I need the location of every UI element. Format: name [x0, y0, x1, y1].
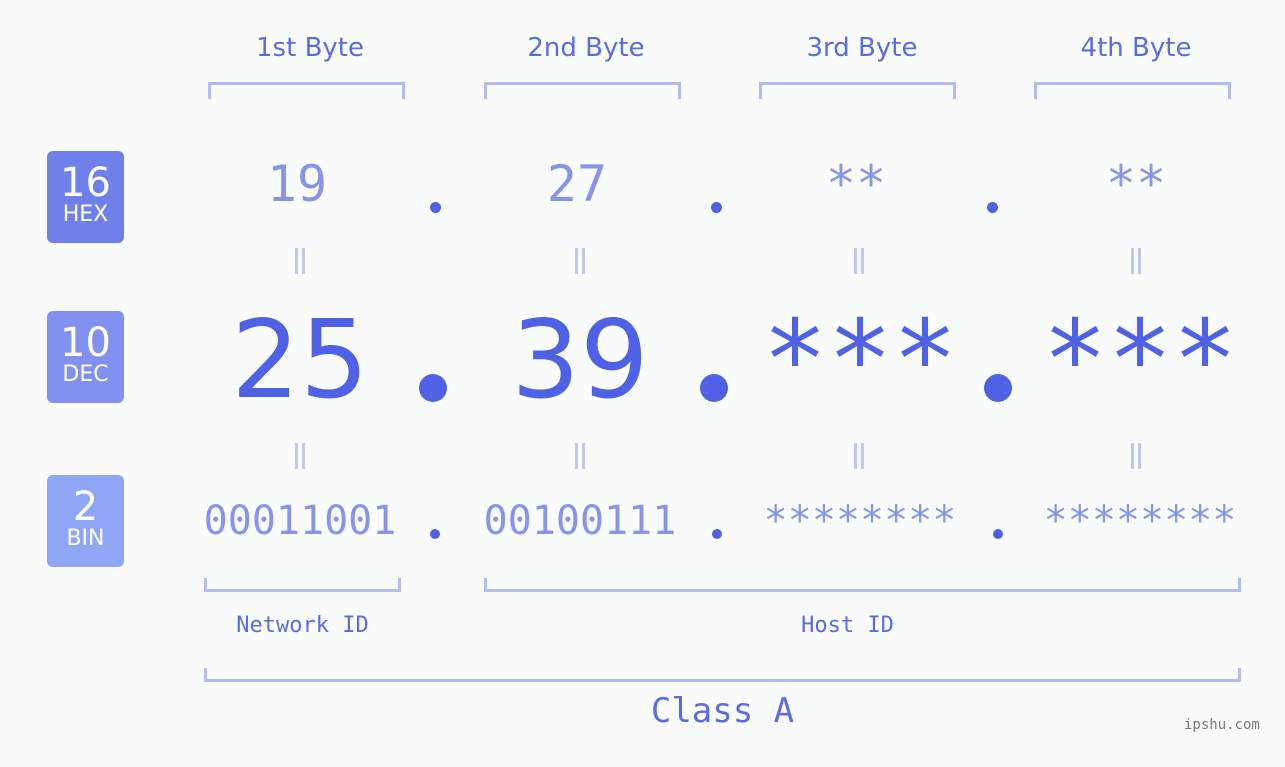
hex-dot-1: [430, 202, 441, 213]
hex-dot-2: [711, 202, 722, 213]
dec-base-number: 10: [60, 320, 111, 366]
network-id-label: Network ID: [236, 613, 369, 638]
hex-byte-2: 27: [546, 155, 608, 213]
dec-dot-2: [700, 374, 728, 402]
bin-byte-4: ********: [1043, 498, 1237, 544]
byte-3-bracket: [759, 82, 956, 99]
equals-icon: [1129, 443, 1143, 469]
bin-base-number: 2: [72, 484, 99, 530]
byte-header-2: 2nd Byte: [527, 33, 645, 63]
bin-badge: 2 BIN: [47, 475, 124, 567]
byte-4-bracket: [1034, 82, 1231, 99]
equals-icon: [293, 443, 307, 469]
class-label: Class A: [650, 691, 795, 731]
bin-dot-1: [430, 529, 440, 539]
byte-header-1: 1st Byte: [256, 33, 364, 63]
host-id-label: Host ID: [801, 613, 894, 638]
dec-byte-4: ***: [1042, 298, 1238, 423]
network-id-bracket: [204, 578, 401, 592]
watermark: ipshu.com: [1184, 717, 1260, 733]
equals-icon: [1129, 248, 1143, 274]
equals-icon: [293, 248, 307, 274]
bin-base-label: BIN: [66, 526, 105, 551]
byte-header-3: 3rd Byte: [806, 33, 918, 63]
hex-base-label: HEX: [62, 202, 109, 227]
hex-byte-3: **: [825, 155, 887, 213]
byte-1-bracket: [208, 82, 405, 99]
dec-dot-1: [419, 374, 447, 402]
hex-byte-1: 19: [266, 155, 328, 213]
class-bracket: [204, 668, 1241, 682]
equals-icon: [852, 248, 866, 274]
bin-dot-2: [712, 529, 722, 539]
dec-byte-1: 25: [231, 298, 369, 423]
hex-byte-4: **: [1105, 155, 1167, 213]
host-id-bracket: [484, 578, 1241, 592]
hex-base-number: 16: [60, 160, 111, 206]
equals-icon: [573, 443, 587, 469]
byte-2-bracket: [484, 82, 681, 99]
equals-icon: [852, 443, 866, 469]
byte-header-4: 4th Byte: [1080, 33, 1192, 63]
bin-byte-3: ********: [763, 498, 957, 544]
bin-byte-2: 00100111: [483, 498, 677, 544]
equals-icon: [573, 248, 587, 274]
dec-byte-3: ***: [762, 298, 958, 423]
dec-dot-3: [984, 374, 1012, 402]
hex-dot-3: [987, 202, 998, 213]
dec-base-label: DEC: [62, 362, 109, 387]
dec-badge: 10 DEC: [47, 311, 124, 403]
bin-dot-3: [993, 529, 1003, 539]
bin-byte-1: 00011001: [203, 498, 397, 544]
hex-badge: 16 HEX: [47, 151, 124, 243]
dec-byte-2: 39: [511, 298, 649, 423]
